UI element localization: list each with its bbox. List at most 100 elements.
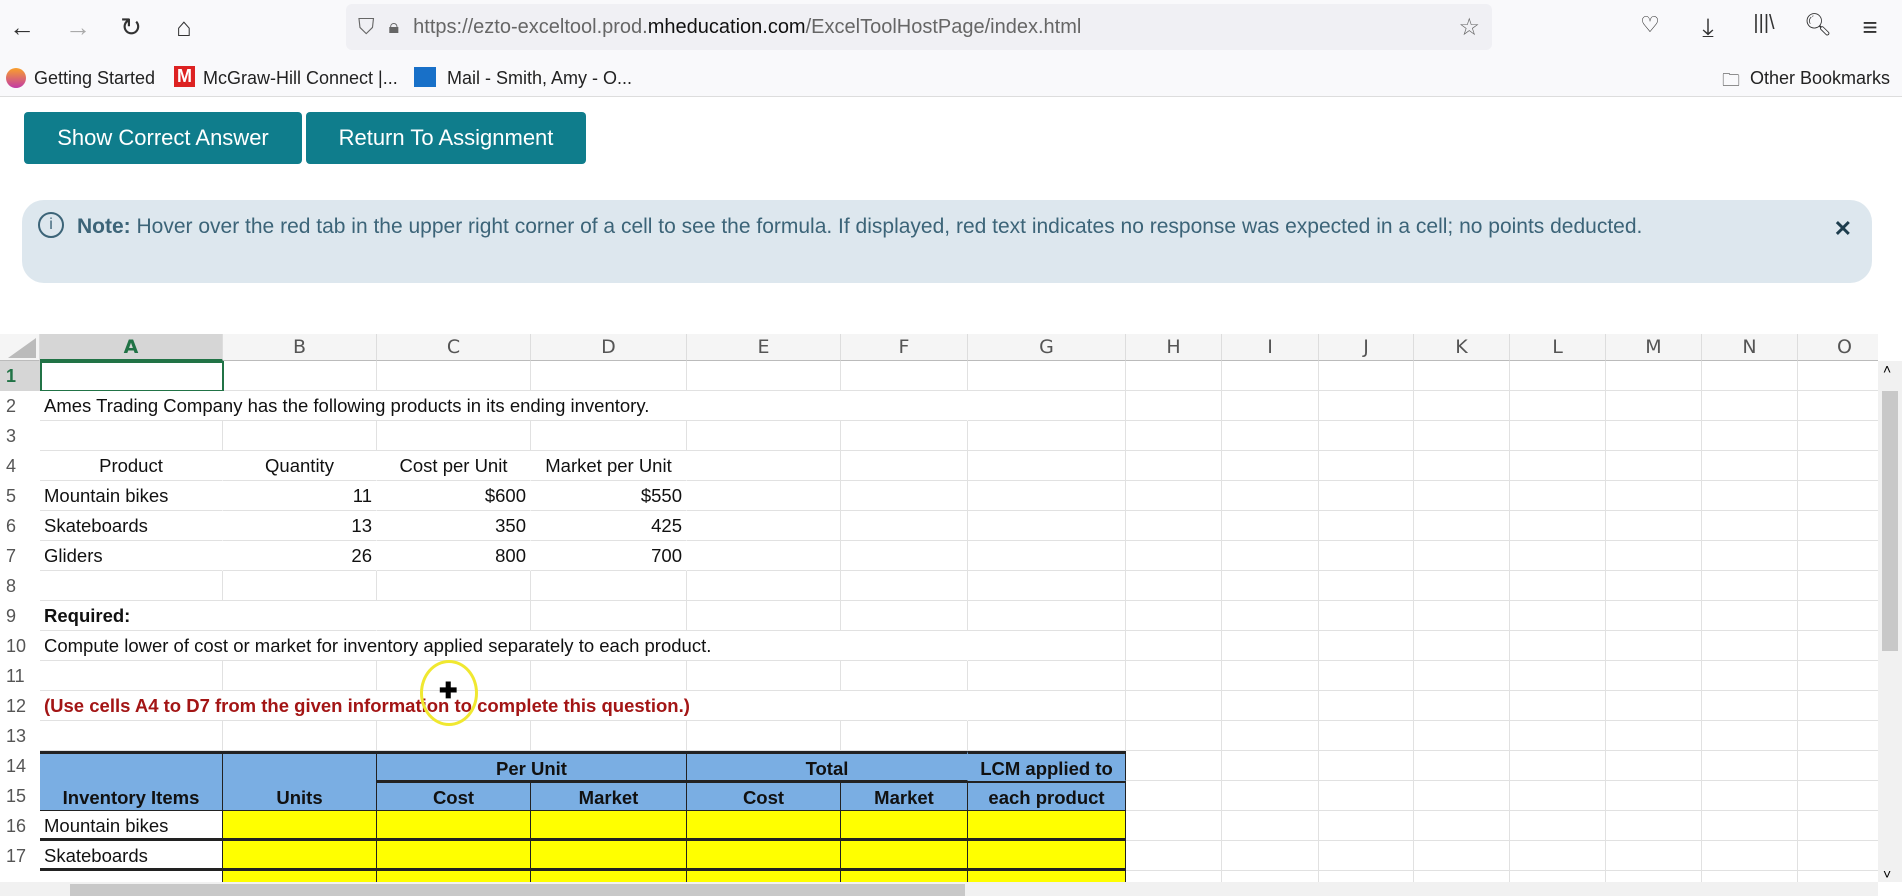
product-cell[interactable]: 700 xyxy=(531,541,687,571)
grid-cell[interactable] xyxy=(1126,361,1222,391)
grid-cell[interactable] xyxy=(1126,691,1222,721)
grid-cell[interactable] xyxy=(1319,871,1414,882)
answer-input-cell[interactable] xyxy=(687,811,841,841)
spreadsheet[interactable]: A B C D E F G H I J K L M N O 1 2 3 4 5 6 7 8 9 10 11 12 13 14 15 16 17… xyxy=(0,334,1878,882)
grid-cell[interactable] xyxy=(1222,811,1319,841)
grid-cell[interactable] xyxy=(1702,601,1798,631)
product-cell[interactable]: Gliders xyxy=(40,541,223,571)
grid-cell[interactable] xyxy=(968,511,1126,541)
answer-input-cell[interactable] xyxy=(841,841,968,871)
grid-cell[interactable] xyxy=(1798,811,1878,841)
answer-input-cell[interactable] xyxy=(377,841,531,871)
grid-cell[interactable] xyxy=(1606,511,1702,541)
product-cell[interactable]: $550 xyxy=(531,481,687,511)
grid-cell[interactable] xyxy=(531,721,687,751)
product-cell[interactable]: Mountain bikes xyxy=(40,481,223,511)
column-header-K[interactable]: K xyxy=(1414,334,1510,361)
menu-icon[interactable]: ≡ xyxy=(1852,12,1888,43)
column-header-A[interactable]: A xyxy=(40,334,223,361)
grid-cell[interactable] xyxy=(1126,751,1222,781)
grid-cell[interactable] xyxy=(1606,391,1702,421)
grid-cell[interactable] xyxy=(1606,421,1702,451)
column-header-F[interactable]: F xyxy=(841,334,968,361)
grid-cell[interactable] xyxy=(1319,661,1414,691)
show-correct-answer-button[interactable]: Show Correct Answer xyxy=(24,112,302,164)
close-icon[interactable]: ✕ xyxy=(1834,214,1852,243)
row-header[interactable]: 1 xyxy=(0,361,40,391)
grid-cell[interactable] xyxy=(1510,631,1606,661)
grid-cell[interactable] xyxy=(40,571,223,601)
row-header[interactable]: 3 xyxy=(0,421,40,451)
grid-cell[interactable] xyxy=(968,661,1126,691)
star-icon[interactable]: ☆ xyxy=(1458,13,1480,42)
row-header[interactable]: 10 xyxy=(0,631,40,661)
grid-cell[interactable] xyxy=(968,481,1126,511)
grid-cell[interactable] xyxy=(1510,721,1606,751)
grid-cell[interactable] xyxy=(223,571,377,601)
grid-cell[interactable] xyxy=(1606,721,1702,751)
grid-cell[interactable] xyxy=(531,601,687,631)
grid-cell[interactable] xyxy=(1510,841,1606,871)
grid-cell[interactable] xyxy=(1510,691,1606,721)
grid-cell[interactable] xyxy=(1606,601,1702,631)
grid-cell[interactable] xyxy=(223,661,377,691)
grid-cell[interactable] xyxy=(1798,541,1878,571)
grid-cell[interactable] xyxy=(1319,451,1414,481)
grid-cell[interactable] xyxy=(1414,781,1510,811)
product-cell[interactable]: Skateboards xyxy=(40,511,223,541)
grid-cell[interactable] xyxy=(1222,781,1319,811)
grid-cell[interactable] xyxy=(1414,691,1510,721)
grid-cell[interactable] xyxy=(1126,571,1222,601)
grid-cell[interactable] xyxy=(1702,631,1798,661)
grid-cell[interactable] xyxy=(1414,451,1510,481)
grid-cell[interactable] xyxy=(1702,451,1798,481)
answer-input-cell[interactable] xyxy=(223,841,377,871)
grid-cell[interactable] xyxy=(1702,691,1798,721)
grid-cell[interactable] xyxy=(377,421,531,451)
grid-cell[interactable] xyxy=(1702,841,1798,871)
grid-cell[interactable] xyxy=(1606,361,1702,391)
answer-input-cell[interactable] xyxy=(377,811,531,841)
column-header-J[interactable]: J xyxy=(1319,334,1414,361)
grid-cell[interactable] xyxy=(1222,841,1319,871)
back-icon[interactable]: ← xyxy=(4,12,40,43)
other-bookmarks[interactable]: Other Bookmarks xyxy=(1750,68,1890,89)
grid-cell[interactable] xyxy=(223,721,377,751)
answer-input-cell[interactable] xyxy=(223,811,377,841)
grid-cell[interactable] xyxy=(40,661,223,691)
grid-cell[interactable] xyxy=(1510,391,1606,421)
row-header[interactable]: 5 xyxy=(0,481,40,511)
grid-cell[interactable] xyxy=(1510,361,1606,391)
grid-cell[interactable] xyxy=(1510,481,1606,511)
grid-cell[interactable] xyxy=(1222,541,1319,571)
row-header[interactable]: 4 xyxy=(0,451,40,481)
active-cell-A1[interactable] xyxy=(40,361,224,392)
grid-cell[interactable] xyxy=(1606,781,1702,811)
grid-cell[interactable] xyxy=(1222,661,1319,691)
grid-cell[interactable] xyxy=(687,541,841,571)
grid-cell[interactable] xyxy=(1414,541,1510,571)
row-header[interactable]: 14 xyxy=(0,751,40,781)
grid-cell[interactable] xyxy=(968,631,1126,661)
grid-cell[interactable] xyxy=(1126,541,1222,571)
grid-cell[interactable] xyxy=(1702,811,1798,841)
grid-cell[interactable] xyxy=(1510,511,1606,541)
row-header[interactable]: 8 xyxy=(0,571,40,601)
grid-cell[interactable] xyxy=(968,451,1126,481)
grid-cell[interactable] xyxy=(1126,871,1222,882)
grid-cell[interactable] xyxy=(1510,871,1606,882)
grid-cell[interactable] xyxy=(1798,361,1878,391)
grid-cell[interactable] xyxy=(1319,811,1414,841)
grid-cell[interactable] xyxy=(1126,811,1222,841)
column-header-M[interactable]: M xyxy=(1606,334,1702,361)
grid-cell[interactable] xyxy=(687,361,841,391)
grid-cell[interactable] xyxy=(1606,841,1702,871)
grid-cell[interactable] xyxy=(1126,721,1222,751)
header-D[interactable]: Market per Unit xyxy=(531,451,687,481)
grid-cell[interactable] xyxy=(1414,721,1510,751)
product-cell[interactable]: $600 xyxy=(377,481,531,511)
grid-cell[interactable] xyxy=(1414,571,1510,601)
grid-cell[interactable] xyxy=(1126,511,1222,541)
grid-cell[interactable] xyxy=(1798,571,1878,601)
answer-input-cell[interactable] xyxy=(841,871,968,882)
